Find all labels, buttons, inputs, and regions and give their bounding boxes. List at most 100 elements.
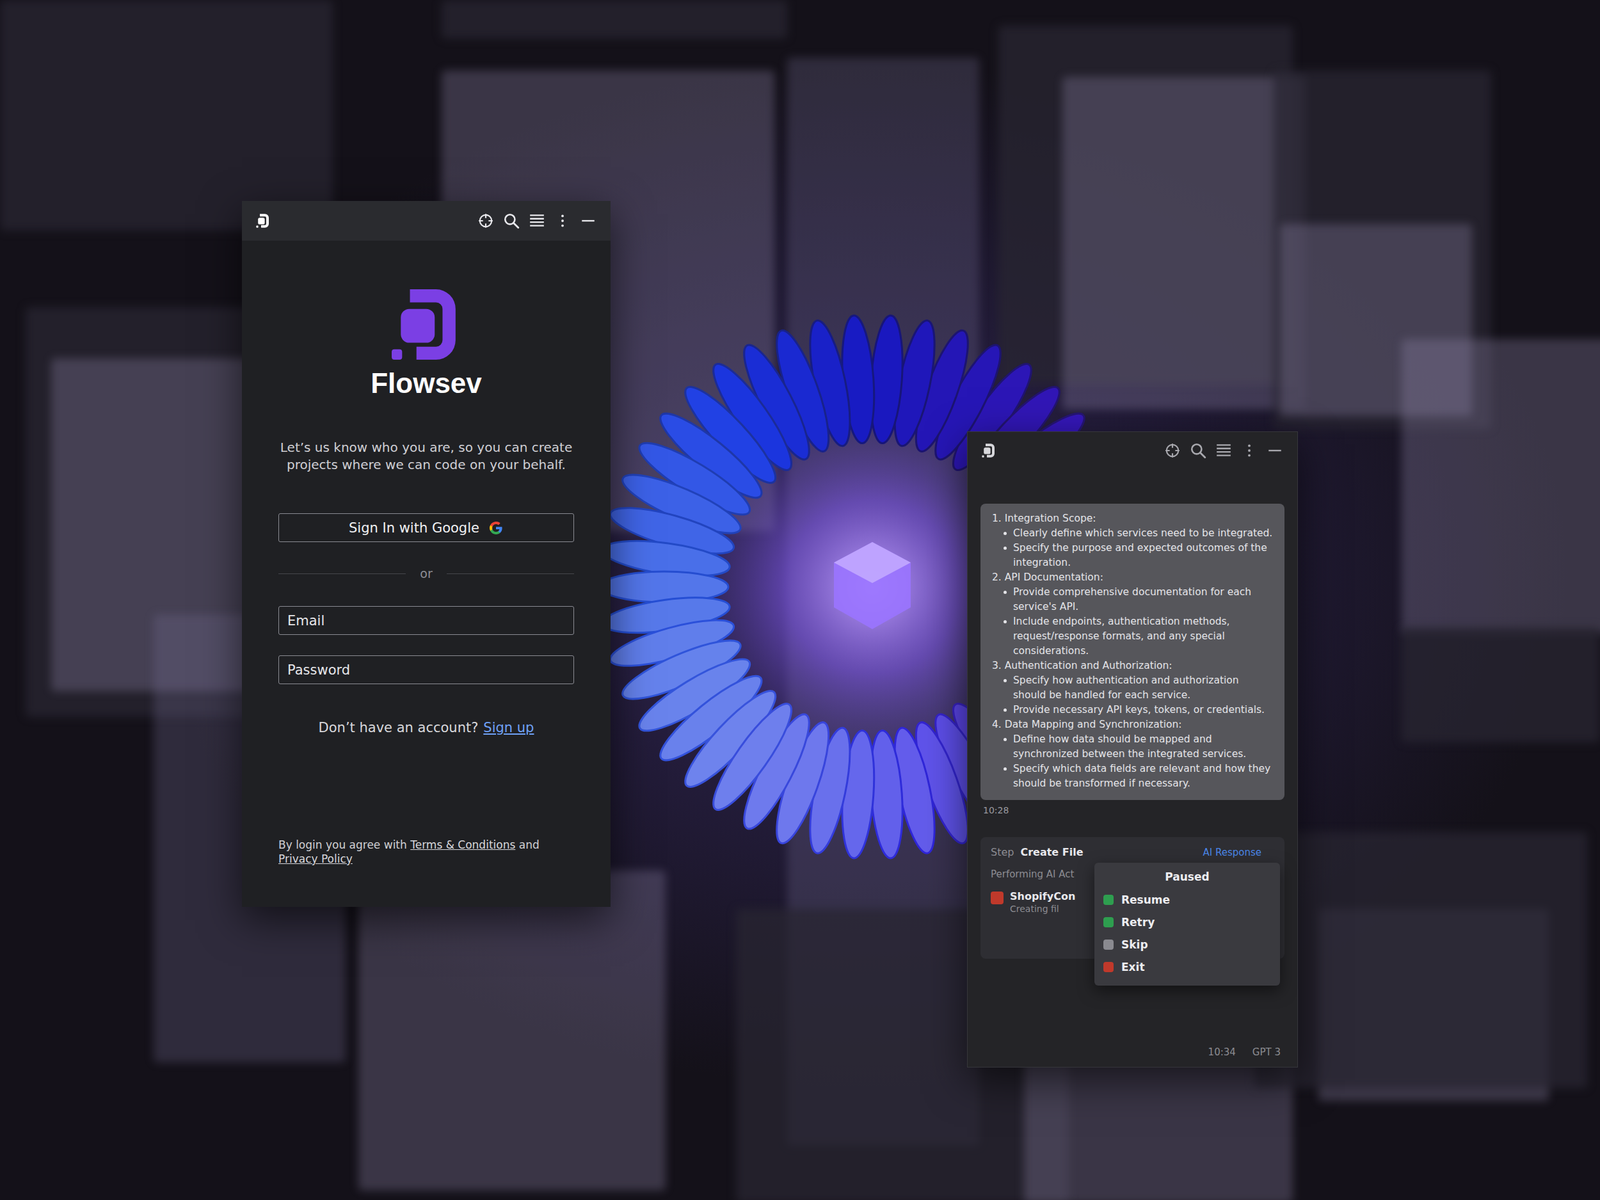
menu-item[interactable]: Exit [1103, 955, 1272, 978]
more-icon [1240, 442, 1258, 459]
minimize-button[interactable] [579, 212, 597, 230]
model-label[interactable]: GPT 3 [1252, 1046, 1281, 1058]
section-title: 4. Data Mapping and Synchronization: [992, 717, 1273, 733]
divider-line [278, 573, 406, 575]
message-time: 10:28 [983, 805, 1285, 816]
search-button[interactable] [1189, 442, 1207, 459]
menu-item[interactable]: Retry [1103, 910, 1272, 934]
section-title: 2. API Documentation: [992, 570, 1273, 585]
step-badge: AI Response [1203, 846, 1275, 859]
bullet-dot [1003, 767, 1007, 771]
section-title: 3. Authentication and Authorization: [992, 658, 1273, 674]
point-text: Specify which data fields are relevant a… [1013, 761, 1273, 792]
list-button[interactable] [1215, 442, 1232, 459]
tagline: Let’s us know who you are, so you can cr… [278, 439, 575, 474]
search-icon [1189, 442, 1207, 459]
list-icon [1215, 442, 1232, 459]
bullet-dot [1003, 737, 1007, 742]
menu-title: Paused [1103, 870, 1272, 884]
file-text: ShopifyConCreating fil [1009, 890, 1076, 914]
terms-link[interactable]: Terms & Conditions [410, 838, 516, 852]
menu-item[interactable]: Skip [1103, 933, 1272, 956]
password-field[interactable] [278, 655, 575, 685]
section-title: 1. Integration Scope: [992, 511, 1273, 527]
privacy-link[interactable]: Privacy Policy [278, 852, 353, 866]
chat-footer: 10:34 GPT 3 [980, 1046, 1285, 1058]
section-point: Provide necessary API keys, tokens, or c… [992, 702, 1273, 718]
menu-item-icon [1103, 961, 1114, 973]
section-point: Specify how authentication and authoriza… [992, 673, 1273, 703]
google-sign-in-button[interactable]: Sign In with Google [278, 513, 575, 543]
more-icon [554, 212, 571, 230]
section-point: Include endpoints, authentication method… [992, 614, 1273, 659]
section-point: Specify which data fields are relevant a… [992, 761, 1273, 792]
minimize-icon [1266, 442, 1284, 459]
chat-window: 1. Integration Scope:Clearly define whic… [967, 431, 1298, 1068]
background-window [0, 0, 333, 231]
menu-item[interactable]: Resume [1103, 888, 1272, 911]
menu-item-label: Skip [1121, 938, 1149, 952]
section-point: Provide comprehensive documentation for … [992, 584, 1273, 615]
search-button[interactable] [503, 212, 520, 230]
menu-item-icon [1103, 939, 1114, 950]
more-button[interactable] [554, 212, 571, 230]
app-logo-icon [981, 442, 996, 459]
step-header: Step Create File AI Response [990, 846, 1275, 859]
menu-item-label: Exit [1121, 960, 1145, 974]
background-window [1254, 832, 1588, 1088]
signup-prompt: Don’t have an account? [318, 720, 479, 736]
flowsev-logo-icon [390, 285, 463, 364]
background-window [1062, 76, 1306, 410]
menu-item-icon [1103, 917, 1114, 928]
legal-text: By login you agree with Terms & Conditio… [278, 837, 575, 866]
search-icon [503, 212, 520, 230]
step-label: Step [990, 846, 1014, 859]
more-button[interactable] [1240, 442, 1258, 459]
app-logo-icon [256, 213, 271, 229]
file-status: Creating fil [1009, 903, 1076, 914]
footer-time: 10:34 [1208, 1046, 1236, 1058]
divider-label: or [419, 566, 432, 581]
brand-name: Flowsev [370, 367, 482, 400]
file-icon [990, 891, 1004, 905]
background-window [1401, 627, 1600, 743]
bullet-dot [1003, 546, 1007, 550]
background-window [358, 870, 666, 1191]
crosshair-icon [1164, 442, 1181, 459]
paused-menu: Paused Resume Retry Skip Exit [1094, 862, 1280, 986]
login-body: Flowsev Let’s us know who you are, so you… [241, 240, 611, 907]
chat-body: 1. Integration Scope:Clearly define whic… [967, 469, 1298, 1067]
background-window [1401, 339, 1600, 634]
bullet-dot [1003, 620, 1007, 624]
login-window: Flowsev Let’s us know who you are, so you… [241, 200, 611, 907]
minimize-button[interactable] [1266, 442, 1284, 459]
step-card: StepCreate FileAI ResponsePerforming AI … [980, 837, 1285, 959]
signup-row: Don’t have an account?Sign up [318, 720, 535, 736]
point-text: Specify the purpose and expected outcome… [1013, 540, 1273, 571]
title-bar [241, 200, 611, 241]
google-icon [488, 520, 504, 536]
list-button[interactable] [528, 212, 546, 230]
menu-item-icon [1103, 894, 1114, 905]
point-text: Specify how authentication and authoriza… [1013, 673, 1273, 703]
divider: or [278, 566, 575, 581]
email-field[interactable] [278, 606, 575, 635]
background-window [441, 0, 788, 39]
bullet-dot [1003, 679, 1007, 683]
point-text: Provide necessary API keys, tokens, or c… [1013, 702, 1265, 718]
step-title: Create File [1020, 846, 1083, 859]
crosshair-button[interactable] [1164, 442, 1181, 459]
signup-link[interactable]: Sign up [483, 720, 534, 736]
title-bar [967, 432, 1298, 470]
bullet-dot [1003, 708, 1007, 712]
google-button-label: Sign In with Google [348, 520, 480, 536]
legal-joiner: and [519, 838, 540, 852]
file-name: ShopifyCon [1009, 890, 1076, 903]
point-text: Clearly define which services need to be… [1013, 526, 1273, 541]
menu-item-label: Retry [1121, 915, 1155, 929]
menu-item-label: Resume [1121, 893, 1170, 907]
crosshair-button[interactable] [477, 212, 495, 230]
crosshair-icon [477, 212, 495, 230]
divider-line [446, 573, 575, 575]
point-text: Define how data should be mapped and syn… [1013, 732, 1273, 762]
